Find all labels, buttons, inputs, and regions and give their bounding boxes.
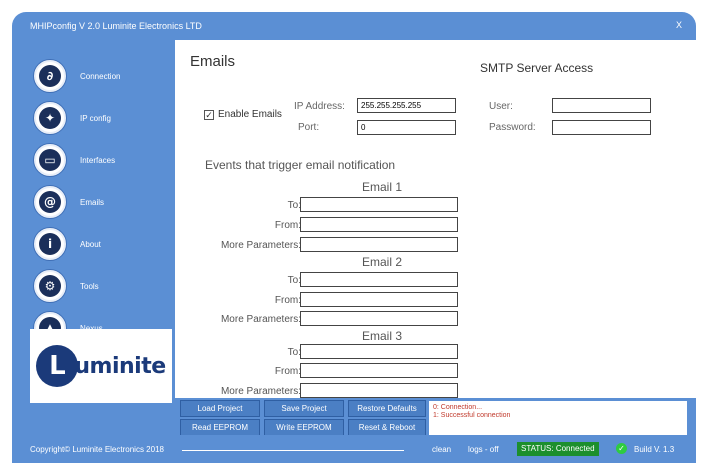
user-input[interactable]: [552, 98, 651, 113]
port-label: Port:: [298, 122, 320, 133]
at-icon: @: [34, 186, 66, 218]
email-1-more-label: More Parameters:: [220, 240, 301, 251]
gear-icon: ⚙: [34, 270, 66, 302]
email-1-from-input[interactable]: [300, 217, 458, 232]
clean-link[interactable]: clean: [432, 445, 451, 454]
email-1-from-label: From:: [274, 220, 301, 231]
sidebar-item-label: Tools: [80, 281, 99, 291]
email-3-to-input[interactable]: [300, 344, 458, 359]
email-2-from-input[interactable]: [300, 292, 458, 307]
status-divider: [182, 450, 404, 451]
email-1-to-label: To:: [287, 200, 301, 211]
logo-badge: L: [36, 345, 79, 387]
title-bar: MHIPconfig V 2.0 Luminite Electronics LT…: [12, 12, 696, 40]
events-section-title: Events that trigger email notification: [205, 158, 396, 172]
action-bar: Load Project Save Project Restore Defaul…: [175, 398, 696, 438]
logs-toggle[interactable]: logs - off: [468, 445, 499, 454]
email-1-heading: Email 1: [362, 180, 403, 194]
close-button[interactable]: X: [676, 20, 682, 30]
read-eeprom-button[interactable]: Read EEPROM: [180, 419, 260, 436]
monitor-icon: ▭: [34, 144, 66, 176]
smtp-section-title: SMTP Server Access: [480, 61, 594, 75]
sidebar-item-label: IP config: [80, 113, 111, 123]
email-2-from-label: From:: [274, 295, 301, 306]
email-3-more-label: More Parameters:: [220, 386, 301, 397]
logo-text: uminite: [74, 353, 166, 379]
user-label: User:: [489, 101, 513, 112]
reset-reboot-button[interactable]: Reset & Reboot: [348, 419, 426, 436]
page-title: Emails: [190, 53, 236, 70]
link-icon: ∂: [34, 60, 66, 92]
load-project-button[interactable]: Load Project: [180, 400, 260, 417]
emails-panel: Emails SMTP Server Access ✓ Enable Email…: [175, 40, 696, 398]
email-2-to-label: To:: [287, 275, 301, 286]
luminite-logo: L uminite: [30, 329, 172, 403]
enable-emails-checkbox[interactable]: ✓ Enable Emails: [204, 109, 282, 120]
log-line: 0: Connection...: [433, 404, 483, 411]
app-window: MHIPconfig V 2.0 Luminite Electronics LT…: [12, 12, 696, 463]
sidebar-item-connection[interactable]: ∂ Connection: [34, 58, 169, 94]
sidebar-item-emails[interactable]: @ Emails: [34, 184, 169, 220]
network-icon: ✦: [34, 102, 66, 134]
build-version: Build V. 1.3: [634, 445, 675, 454]
email-2-more-input[interactable]: [300, 311, 458, 326]
ip-address-label: IP Address:: [294, 101, 345, 112]
email-1-to-input[interactable]: [300, 197, 458, 212]
sidebar-item-label: Interfaces: [80, 155, 116, 165]
sidebar-item-label: Emails: [80, 197, 105, 207]
save-project-button[interactable]: Save Project: [264, 400, 344, 417]
email-2-more-label: More Parameters:: [220, 314, 301, 325]
sidebar-item-ip-config[interactable]: ✦ IP config: [34, 100, 169, 136]
copyright-text: Copyright© Luminite Electronics 2018: [30, 445, 164, 454]
connection-log: 0: Connection... 1: Successful connectio…: [429, 401, 687, 438]
port-input[interactable]: 0: [357, 120, 456, 135]
restore-defaults-button[interactable]: Restore Defaults: [348, 400, 426, 417]
email-2-to-input[interactable]: [300, 272, 458, 287]
sidebar-item-about[interactable]: i About: [34, 226, 169, 262]
info-icon: i: [34, 228, 66, 260]
log-line: 1: Successful connection: [433, 412, 511, 419]
email-3-from-input[interactable]: [300, 363, 458, 378]
email-3-more-input[interactable]: [300, 383, 458, 398]
password-input[interactable]: [552, 120, 651, 135]
window-title: MHIPconfig V 2.0 Luminite Electronics LT…: [30, 21, 202, 31]
sidebar-item-tools[interactable]: ⚙ Tools: [34, 268, 169, 304]
sidebar-item-interfaces[interactable]: ▭ Interfaces: [34, 142, 169, 178]
ip-address-input[interactable]: 255.255.255.255: [357, 98, 456, 113]
checkbox-box[interactable]: ✓: [204, 109, 214, 120]
write-eeprom-button[interactable]: Write EEPROM: [264, 419, 344, 436]
email-3-heading: Email 3: [362, 329, 403, 343]
password-label: Password:: [489, 122, 536, 133]
sidebar-item-label: About: [80, 239, 101, 249]
email-1-more-input[interactable]: [300, 237, 458, 252]
email-3-from-label: From:: [274, 366, 301, 377]
status-bar: Copyright© Luminite Electronics 2018 cle…: [12, 435, 696, 463]
sidebar-item-label: Connection: [80, 71, 121, 81]
check-icon: ✓: [616, 443, 627, 454]
enable-emails-label: Enable Emails: [218, 109, 282, 120]
email-3-to-label: To:: [287, 347, 301, 358]
connection-status-badge: STATUS: Connected: [517, 442, 599, 456]
email-2-heading: Email 2: [362, 255, 403, 269]
